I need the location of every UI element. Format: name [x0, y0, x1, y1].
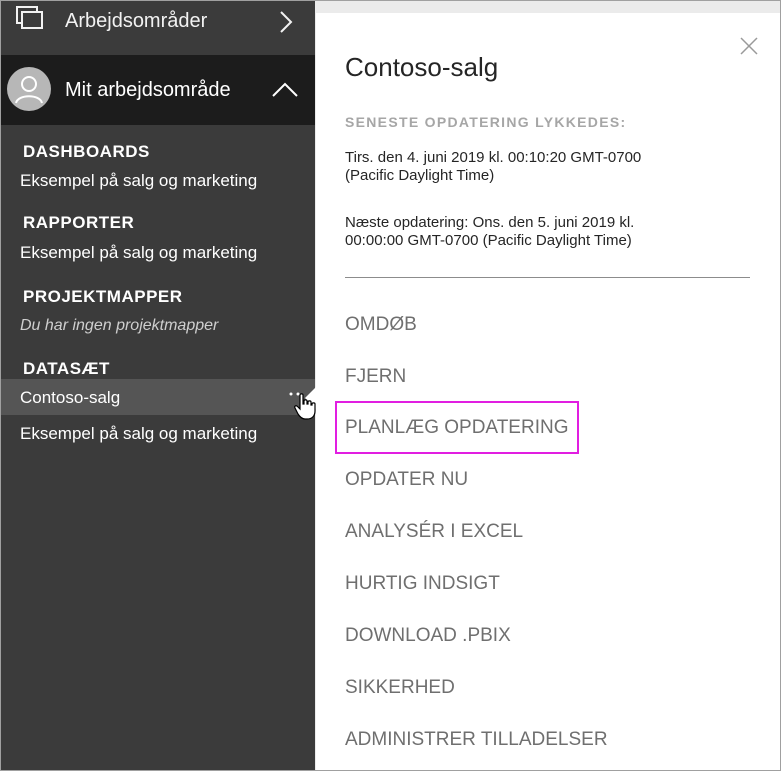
menu-analyze-in-excel[interactable]: ANALYSÉR I EXCEL: [345, 521, 523, 543]
menu-schedule-refresh[interactable]: PLANLÆG OPDATERING: [345, 417, 568, 439]
workspaces-row[interactable]: Arbejdsområder: [1, 1, 315, 55]
chevron-up-icon[interactable]: [271, 81, 299, 99]
projects-heading: PROJEKTMAPPER: [23, 287, 183, 306]
avatar: [7, 67, 51, 111]
menu-download-pbix[interactable]: DOWNLOAD .PBIX: [345, 625, 511, 647]
dataset-flyout-panel: Contoso-salg SENESTE OPDATERING LYKKEDES…: [316, 13, 780, 770]
next-refresh-line-2: 00:00:00 GMT-0700 (Pacific Daylight Time…: [345, 232, 632, 249]
hand-cursor-icon: [294, 393, 316, 420]
navigation-pane: Arbejdsområder Mit arbejdsområde DASHBOA…: [1, 1, 315, 770]
last-refresh-text: Tirs. den 4. juni 2019 kl. 00:10:20 GMT-…: [345, 149, 745, 185]
dashboard-item[interactable]: Eksempel på salg og marketing: [20, 171, 257, 191]
chevron-right-icon[interactable]: [277, 9, 295, 35]
panel-title: Contoso-salg: [345, 52, 499, 82]
datasets-heading: DATASÆT: [23, 359, 110, 378]
projects-empty-text: Du har ingen projektmapper: [20, 317, 219, 334]
close-icon[interactable]: [740, 37, 758, 55]
menu-quick-insights[interactable]: HURTIG INDSIGT: [345, 573, 500, 595]
window: Arbejdsområder Mit arbejdsområde DASHBOA…: [0, 0, 781, 771]
dataset-item-contoso[interactable]: Contoso-salg: [20, 388, 120, 408]
menu-manage-permissions[interactable]: ADMINISTRER TILLADELSER: [345, 729, 608, 751]
workspaces-icon: [16, 6, 43, 29]
menu-delete[interactable]: FJERN: [345, 366, 406, 388]
dashboards-heading: DASHBOARDS: [23, 142, 150, 161]
menu-rename[interactable]: OMDØB: [345, 314, 417, 336]
last-refresh-line-2: (Pacific Daylight Time): [345, 167, 495, 184]
next-refresh-line-1: Næste opdatering: Ons. den 5. juni 2019 …: [345, 214, 635, 231]
workspaces-label: Arbejdsområder: [65, 10, 208, 32]
last-refresh-line-1: Tirs. den 4. juni 2019 kl. 00:10:20 GMT-…: [345, 149, 642, 166]
dataset-item-sample[interactable]: Eksempel på salg og marketing: [20, 424, 257, 444]
reports-heading: RAPPORTER: [23, 213, 135, 232]
my-workspace-header[interactable]: Mit arbejdsområde: [1, 55, 315, 125]
refresh-status-heading: SENESTE OPDATERING LYKKEDES:: [345, 114, 627, 130]
my-workspace-label: Mit arbejdsområde: [65, 79, 231, 101]
report-item[interactable]: Eksempel på salg og marketing: [20, 243, 257, 263]
user-icon: [15, 76, 43, 104]
divider: [345, 277, 750, 278]
menu-refresh-now[interactable]: OPDATER NU: [345, 469, 468, 491]
next-refresh-text: Næste opdatering: Ons. den 5. juni 2019 …: [345, 214, 745, 250]
menu-security[interactable]: SIKKERHED: [345, 677, 455, 699]
